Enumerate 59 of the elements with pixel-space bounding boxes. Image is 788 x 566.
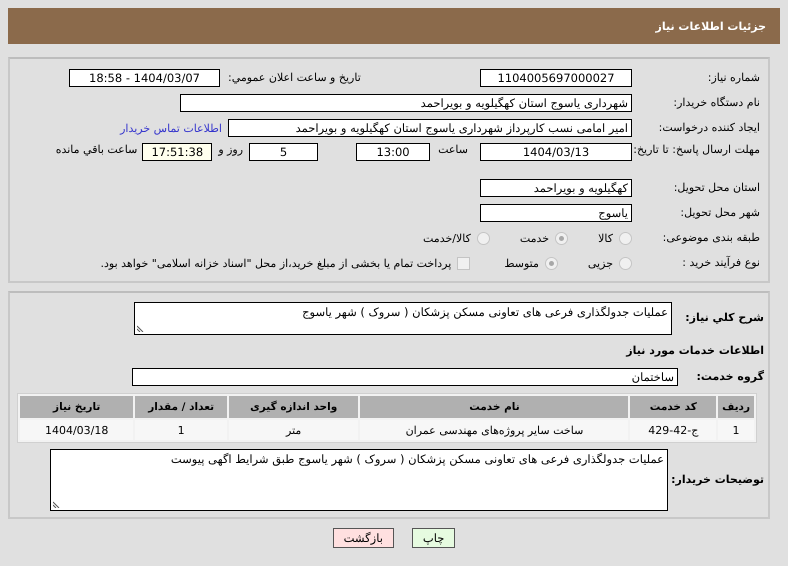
- table-cell: متر: [228, 420, 358, 440]
- page-header: جزئیات اطلاعات نیاز: [8, 8, 780, 44]
- column-header: کد خدمت: [630, 396, 716, 418]
- need-number-field: 1104005697000027: [480, 69, 632, 87]
- radio-label: جزیی: [588, 256, 613, 270]
- table-cell: ساخت سایر پروژه‌های مهندسی عمران: [360, 420, 628, 440]
- radio-label: خدمت: [520, 232, 550, 244]
- description-textarea: عملیات جدولگذاری فرعی های تعاونی مسکن پزشکان ( سروک ) شهر یاسوج: [134, 302, 672, 334]
- buyer-notes-textarea: عملیات جدولگذاری فرعی های تعاونی مسکن پزشکان ( سروک ) شهر یاسوج طبق شرایط اگهی پیوست: [50, 449, 668, 511]
- buyer-contact-link[interactable]: اطلاعات تماس خریدار: [120, 122, 222, 134]
- deadline-date-field: 1404/03/13: [480, 143, 632, 161]
- field-label: طبقه بندی موضوعی:: [662, 231, 760, 245]
- payment-note: پرداخت تمام یا بخشی از مبلغ خرید،از محل "اسناد خزانه اسلامی" خواهد بود.: [100, 256, 452, 270]
- announce-date-field: 1404/03/07 - 18:58: [69, 69, 220, 87]
- field-label: شماره نیاز:: [706, 71, 760, 85]
- table-cell: ج-42-429: [630, 420, 716, 440]
- payment-checkbox[interactable]: [457, 256, 470, 270]
- column-header: واحد اندازه گیری: [228, 396, 358, 418]
- table-cell: 1: [135, 420, 227, 440]
- column-header: نام خدمت: [360, 396, 628, 418]
- province-field: کهگیلویه و بویراحمد: [480, 179, 632, 197]
- field-label: ایجاد کننده درخواست:: [658, 121, 760, 135]
- field-label: شرح کلي نیاز:: [684, 311, 764, 325]
- resize-grip-icon: [53, 500, 61, 508]
- creator-field: امیر امامی نسب کارپرداز شهرداری یاسوج استان کهگیلویه و بویراحمد: [228, 119, 632, 137]
- radio-button[interactable]: [544, 256, 558, 270]
- field-label: توضیحات خریدار:: [670, 473, 764, 487]
- remaining-time-field: 17:51:38: [142, 143, 212, 161]
- radio-button[interactable]: [619, 232, 632, 244]
- time-label: ساعت: [438, 143, 468, 156]
- radio-button[interactable]: [619, 256, 632, 270]
- print-button[interactable]: چاپ: [412, 528, 456, 548]
- column-header: ردیف: [718, 396, 754, 418]
- service-group-field: ساختمان: [132, 368, 678, 386]
- deadline-time-field: 13:00: [356, 143, 430, 161]
- column-header: تعداد / مقدار: [135, 396, 227, 418]
- days-field: 5: [249, 143, 318, 161]
- field-label: مهلت ارسال پاسخ: تا تاریخ:: [632, 143, 760, 156]
- field-label: نوع فرآیند خرید :: [681, 256, 760, 270]
- days-label: روز و: [218, 143, 244, 156]
- resize-grip-icon: [137, 324, 145, 332]
- field-label: تاریخ و ساعت اعلان عمومي:: [228, 71, 362, 85]
- radio-label: کالا/خدمت: [423, 232, 471, 244]
- column-header: تاریخ نیاز: [20, 396, 134, 418]
- back-button[interactable]: بازگشت: [332, 528, 394, 548]
- table-cell: 1: [718, 420, 754, 440]
- field-label: نام دستگاه خریدار:: [672, 96, 760, 110]
- radio-button[interactable]: [476, 232, 490, 244]
- radio-button[interactable]: [555, 232, 568, 244]
- field-label: استان محل تحویل:: [672, 181, 760, 195]
- buyer-field: شهرداری یاسوج استان کهگیلویه و بویراحمد: [180, 94, 632, 112]
- section-title: اطلاعات خدمات مورد نیاز: [624, 344, 764, 358]
- field-label: گروه خدمت:: [695, 370, 764, 384]
- city-field: یاسوج: [480, 204, 632, 222]
- radio-label: کالا: [598, 232, 613, 244]
- remaining-label: ساعت باقي مانده: [56, 143, 138, 156]
- table-cell: 1404/03/18: [20, 420, 134, 440]
- field-label: شهر محل تحویل:: [679, 206, 760, 220]
- radio-label: متوسط: [504, 256, 539, 270]
